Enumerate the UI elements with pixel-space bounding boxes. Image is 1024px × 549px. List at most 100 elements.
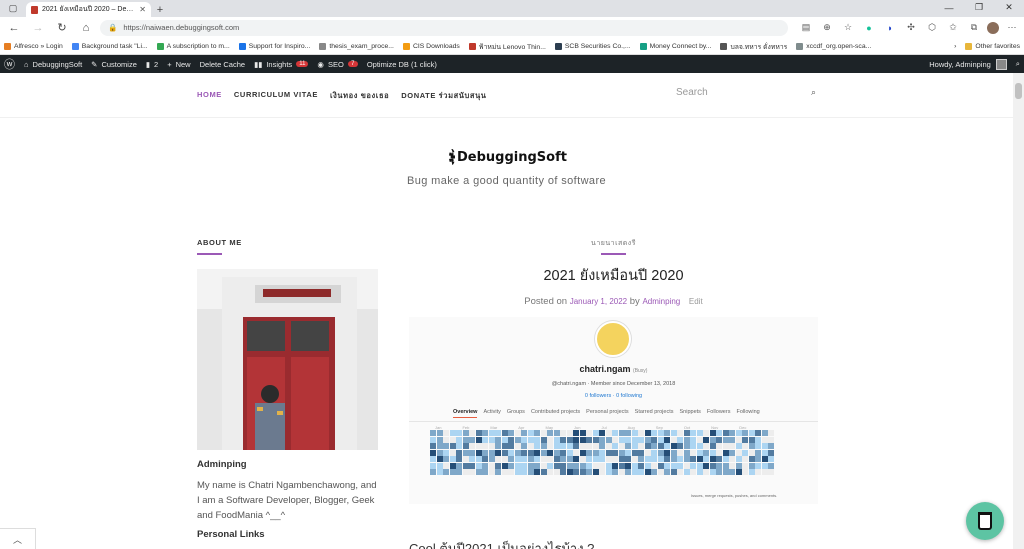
favorites-icon[interactable]: ✩ — [945, 20, 961, 36]
gitlab-tab[interactable]: Snippets — [680, 409, 701, 418]
admin-optimize-link[interactable]: Optimize DB (1 click) — [367, 60, 437, 69]
scroll-top-button[interactable]: ︿ — [0, 528, 36, 549]
post-category-link[interactable]: นายนาเสดงรี — [409, 238, 818, 249]
heatmap-cell — [709, 430, 716, 436]
wordpress-logo-icon[interactable]: ⓦ — [4, 56, 15, 72]
search-input[interactable]: Search ⌕ — [676, 85, 816, 99]
admin-site-link[interactable]: ⌂ DebuggingSoft — [24, 60, 82, 69]
site-logo[interactable]: DebuggingSoft — [449, 144, 567, 170]
bookmark-item[interactable]: บลจ.ทหาร ดั่งทหาร — [720, 41, 787, 52]
heatmap-cell — [690, 443, 696, 449]
home-button[interactable]: ⌂ — [76, 19, 96, 37]
admin-new-link[interactable]: + New — [167, 60, 190, 69]
bookmark-item[interactable]: Money Connect by... — [639, 42, 711, 50]
bookmark-item[interactable]: SCB Securities Co.,... — [554, 42, 631, 50]
menu-item[interactable]: DONATE ร่วมสนับสนุน — [401, 90, 486, 102]
collections-icon[interactable]: ⧉ — [966, 20, 982, 36]
grammarly-icon[interactable]: ● — [861, 20, 877, 36]
admin-delete-cache-link[interactable]: Delete Cache — [200, 60, 245, 69]
heatmap-cell — [612, 430, 618, 436]
browser-tab[interactable]: 2021 ยังเหมือนปี 2020 – Debugging... ✕ — [26, 2, 151, 17]
bookmark-label: Alfresco » Login — [14, 42, 63, 50]
admin-search-icon[interactable]: ⌕ — [1016, 59, 1020, 69]
favorite-star-icon[interactable]: ☆ — [840, 20, 856, 36]
scrollbar-thumb[interactable] — [1015, 83, 1022, 99]
gitlab-tab[interactable]: Groups — [507, 409, 525, 418]
heatmap-cell — [657, 449, 664, 456]
heatmap-cell — [631, 436, 638, 443]
gitlab-tab[interactable]: Activity — [483, 409, 500, 418]
gitlab-tab[interactable]: Contributed projects — [531, 409, 580, 418]
extension-icon[interactable]: ◗ — [882, 20, 898, 36]
bookmark-item[interactable]: Background task "Li... — [71, 42, 148, 50]
menu-item[interactable]: เงินทอง ของเธอ — [330, 90, 389, 102]
gitlab-follow: 0 followers · 0 following — [584, 393, 643, 399]
heatmap-cell — [573, 436, 579, 443]
heatmap-cell — [605, 469, 612, 475]
admin-account-menu[interactable]: Howdy, Adminping ⌕ — [929, 55, 1020, 73]
minimize-button[interactable]: — — [934, 0, 964, 15]
heatmap-cell — [469, 443, 475, 449]
heatmap-cell — [605, 449, 612, 456]
heatmap-cell — [527, 443, 534, 449]
back-button[interactable]: ← — [4, 19, 24, 37]
extensions-puzzle-icon[interactable]: ✣ — [903, 20, 919, 36]
page-scrollbar[interactable] — [1013, 73, 1024, 549]
heatmap-cell — [508, 436, 514, 443]
search-icon[interactable]: ⌕ — [811, 87, 816, 98]
lock-icon: 🔒 — [108, 23, 118, 32]
heatmap-cell — [729, 436, 735, 443]
heatmap-cell — [664, 469, 670, 475]
gitlab-tab[interactable]: Following — [736, 409, 759, 418]
bookmark-item[interactable]: CIS Downloads — [402, 42, 460, 50]
forward-button[interactable]: → — [28, 19, 48, 37]
reload-button[interactable]: ↻ — [52, 19, 72, 37]
gitlab-tab[interactable]: Starred projects — [635, 409, 674, 418]
gitlab-tab[interactable]: Personal projects — [586, 409, 629, 418]
admin-seo-link[interactable]: ◉ SEO 7 — [317, 60, 358, 69]
close-window-button[interactable]: ✕ — [994, 0, 1024, 15]
heatmap-cell — [488, 436, 495, 443]
heatmap-cell — [430, 456, 436, 462]
buy-me-coffee-button[interactable] — [966, 502, 1004, 540]
heatmap-cell — [722, 449, 729, 456]
post-author-link[interactable]: Adminping — [642, 297, 680, 306]
admin-comments-link[interactable]: ▮ 2 — [146, 60, 158, 69]
bookmark-item[interactable]: xccdf_org.open-sca... — [796, 42, 871, 50]
new-tab-button[interactable]: + — [151, 2, 169, 17]
post-edit-link[interactable]: Edit — [689, 297, 703, 306]
bookmarks-bar: Alfresco » Login Background task "Li... A … — [0, 38, 1024, 55]
heatmap-cell — [586, 456, 592, 462]
more-menu-icon[interactable]: ⋯ — [1004, 20, 1020, 36]
reader-icon[interactable]: ▤ — [798, 20, 814, 36]
address-bar[interactable]: 🔒 https://naiwaen.debuggingsoft.com — [100, 19, 788, 36]
post-date-link[interactable]: January 1, 2022 — [570, 297, 627, 306]
heatmap-cell — [540, 462, 547, 469]
heatmap-cell — [527, 456, 534, 462]
more-bookmarks-chevron-icon[interactable]: › — [954, 43, 956, 50]
gitlab-tab[interactable]: Overview — [453, 409, 478, 418]
tab-actions-icon[interactable]: ▢ — [0, 0, 26, 17]
close-tab-icon[interactable]: ✕ — [139, 5, 146, 14]
author-bio: My name is Chatri Ngambenchawong, and I … — [197, 480, 377, 521]
admin-customize-link[interactable]: ✎ Customize — [91, 60, 137, 69]
heatmap-cell — [521, 436, 527, 443]
profile-avatar-icon[interactable] — [987, 21, 999, 34]
restore-button[interactable]: ❐ — [964, 0, 994, 15]
bookmark-item[interactable]: thesis_exam_proce... — [319, 42, 394, 50]
zoom-icon[interactable]: ⊕ — [819, 20, 835, 36]
heatmap-cell — [508, 430, 514, 436]
menu-item[interactable]: HOME — [197, 90, 222, 102]
bookmark-item[interactable]: Alfresco » Login — [4, 42, 63, 50]
gitlab-tab[interactable]: Followers — [707, 409, 731, 418]
other-favorites-folder[interactable]: Other favorites — [965, 42, 1020, 50]
admin-insights-link[interactable]: ▮▮ Insights 11 — [254, 60, 309, 69]
bookmark-item[interactable]: Support for Inspiro... — [238, 42, 310, 50]
heatmap-cell — [761, 462, 768, 469]
post-title[interactable]: 2021 ยังเหมือนปี 2020 — [409, 264, 818, 287]
bookmark-item[interactable]: A subscription to m... — [156, 42, 230, 50]
performance-icon[interactable]: ⬡ — [924, 20, 940, 36]
menu-item[interactable]: CURRICULUM VITAE — [234, 90, 318, 102]
bookmark-item[interactable]: ฟ้าหม่น Lenovo Thin... — [468, 41, 546, 52]
heatmap-cell — [430, 462, 436, 469]
